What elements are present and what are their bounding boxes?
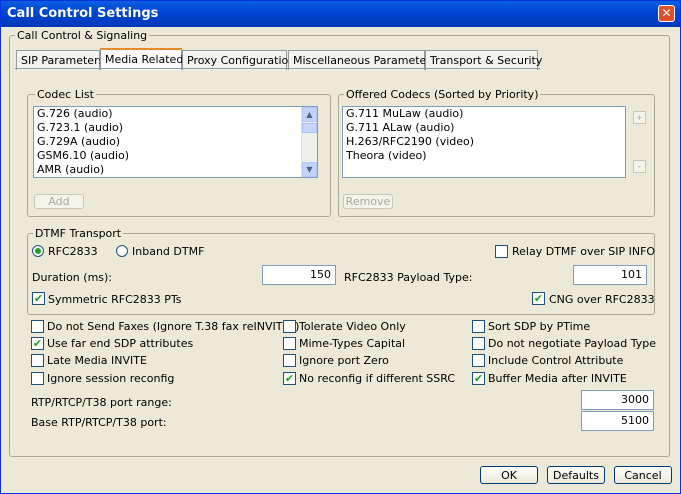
tab-divider	[15, 68, 540, 69]
cancel-button[interactable]: Cancel	[614, 466, 672, 484]
use-far-end-sdp-label: Use far end SDP attributes	[47, 337, 194, 350]
tab-proxy-configuration[interactable]: Proxy Configuration	[182, 50, 295, 70]
codec-list-label: Codec List	[35, 88, 96, 101]
move-up-button[interactable]: +	[633, 111, 646, 124]
inband-dtmf-radio[interactable]	[116, 245, 128, 257]
payload-type-field[interactable]: 101	[573, 265, 647, 285]
call-control-group-label: Call Control & Signaling	[15, 29, 150, 42]
no-negotiate-payload-checkbox[interactable]	[472, 337, 485, 350]
scroll-up-icon[interactable]: ▲	[302, 107, 317, 122]
scroll-thumb[interactable]	[302, 123, 317, 133]
rfc2833-radio[interactable]	[32, 245, 44, 257]
offered-codecs-label: Offered Codecs (Sorted by Priority)	[344, 88, 541, 101]
list-item[interactable]: Theora (video)	[343, 149, 625, 163]
ignore-port-zero-label: Ignore port Zero	[299, 354, 389, 367]
add-codec-button[interactable]: Add	[34, 194, 84, 209]
list-item[interactable]: G.729A (audio)	[34, 135, 317, 149]
no-reconfig-ssrc-checkbox[interactable]: ✔	[283, 372, 296, 385]
relay-dtmf-checkbox[interactable]	[495, 245, 508, 258]
cng-over-rfc2833-checkbox[interactable]: ✔	[532, 292, 545, 305]
title-bar[interactable]: Call Control Settings ✕	[1, 1, 680, 27]
mime-types-capital-label: Mime-Types Capital	[299, 337, 406, 350]
symmetric-rfc2833-label: Symmetric RFC2833 PTs	[48, 293, 182, 306]
ignore-session-reconfig-label: Ignore session reconfig	[47, 372, 175, 385]
list-item[interactable]: H.263/RFC2190 (video)	[343, 135, 625, 149]
window-title: Call Control Settings	[7, 6, 159, 21]
base-port-label: Base RTP/RTCP/T38 port:	[31, 416, 167, 429]
scroll-down-icon[interactable]: ▼	[302, 162, 317, 177]
port-range-field[interactable]: 3000	[581, 390, 654, 410]
late-media-invite-checkbox[interactable]	[31, 354, 44, 367]
list-item[interactable]: GSM6.10 (audio)	[34, 149, 317, 163]
relay-dtmf-label: Relay DTMF over SIP INFO	[512, 245, 656, 258]
tab-transport-security[interactable]: Transport & Security	[425, 50, 542, 70]
ignore-port-zero-checkbox[interactable]	[283, 354, 296, 367]
payload-type-label: RFC2833 Payload Type:	[344, 271, 473, 284]
list-item[interactable]: AMR (audio)	[34, 163, 317, 177]
call-control-settings-window: Call Control Settings ✕ Call Control & S…	[0, 0, 681, 494]
tab-sip-parameters[interactable]: SIP Parameters	[16, 50, 104, 70]
tab-media-related[interactable]: Media Related	[100, 48, 183, 70]
no-send-faxes-checkbox[interactable]	[31, 320, 44, 333]
rfc2833-label: RFC2833	[48, 245, 98, 258]
dtmf-transport-label: DTMF Transport	[33, 227, 124, 240]
include-control-attribute-checkbox[interactable]	[472, 354, 485, 367]
tab-miscellaneous-parameters[interactable]: Miscellaneous Parameters	[288, 50, 437, 70]
tolerate-video-only-label: Tolerate Video Only	[299, 320, 406, 333]
late-media-invite-label: Late Media INVITE	[47, 354, 147, 367]
cng-over-rfc2833-label: CNG over RFC2833	[549, 293, 655, 306]
sort-sdp-ptime-checkbox[interactable]	[472, 320, 485, 333]
ok-button[interactable]: OK	[480, 466, 538, 484]
no-reconfig-ssrc-label: No reconfig if different SSRC	[299, 372, 456, 385]
ignore-session-reconfig-checkbox[interactable]	[31, 372, 44, 385]
inband-dtmf-label: Inband DTMF	[132, 245, 205, 258]
list-item[interactable]: G.711 ALaw (audio)	[343, 121, 625, 135]
codec-listbox[interactable]: G.726 (audio) G.723.1 (audio) G.729A (au…	[33, 106, 318, 178]
codec-list-scrollbar[interactable]: ▲ ▼	[301, 107, 317, 177]
move-down-button[interactable]: -	[633, 160, 646, 173]
tolerate-video-only-checkbox[interactable]	[283, 320, 296, 333]
close-icon[interactable]: ✕	[658, 5, 675, 22]
duration-field[interactable]: 150	[262, 265, 336, 285]
no-send-faxes-label: Do not Send Faxes (Ignore T.38 fax reINV…	[47, 320, 300, 333]
sort-sdp-ptime-label: Sort SDP by PTime	[488, 320, 591, 333]
list-item[interactable]: G.726 (audio)	[34, 107, 317, 121]
symmetric-rfc2833-checkbox[interactable]: ✔	[32, 292, 45, 305]
use-far-end-sdp-checkbox[interactable]: ✔	[31, 337, 44, 350]
duration-label: Duration (ms):	[32, 271, 113, 284]
include-control-attribute-label: Include Control Attribute	[488, 354, 624, 367]
offered-codecs-listbox[interactable]: G.711 MuLaw (audio) G.711 ALaw (audio) H…	[342, 106, 626, 178]
buffer-media-checkbox[interactable]: ✔	[472, 372, 485, 385]
buffer-media-label: Buffer Media after INVITE	[488, 372, 627, 385]
remove-codec-button[interactable]: Remove	[343, 194, 393, 209]
port-range-label: RTP/RTCP/T38 port range:	[31, 396, 172, 409]
base-port-field[interactable]: 5100	[581, 411, 654, 431]
list-item[interactable]: G.723.1 (audio)	[34, 121, 317, 135]
defaults-button[interactable]: Defaults	[547, 466, 605, 484]
no-negotiate-payload-label: Do not negotiate Payload Type	[488, 337, 657, 350]
mime-types-capital-checkbox[interactable]	[283, 337, 296, 350]
list-item[interactable]: G.711 MuLaw (audio)	[343, 107, 625, 121]
